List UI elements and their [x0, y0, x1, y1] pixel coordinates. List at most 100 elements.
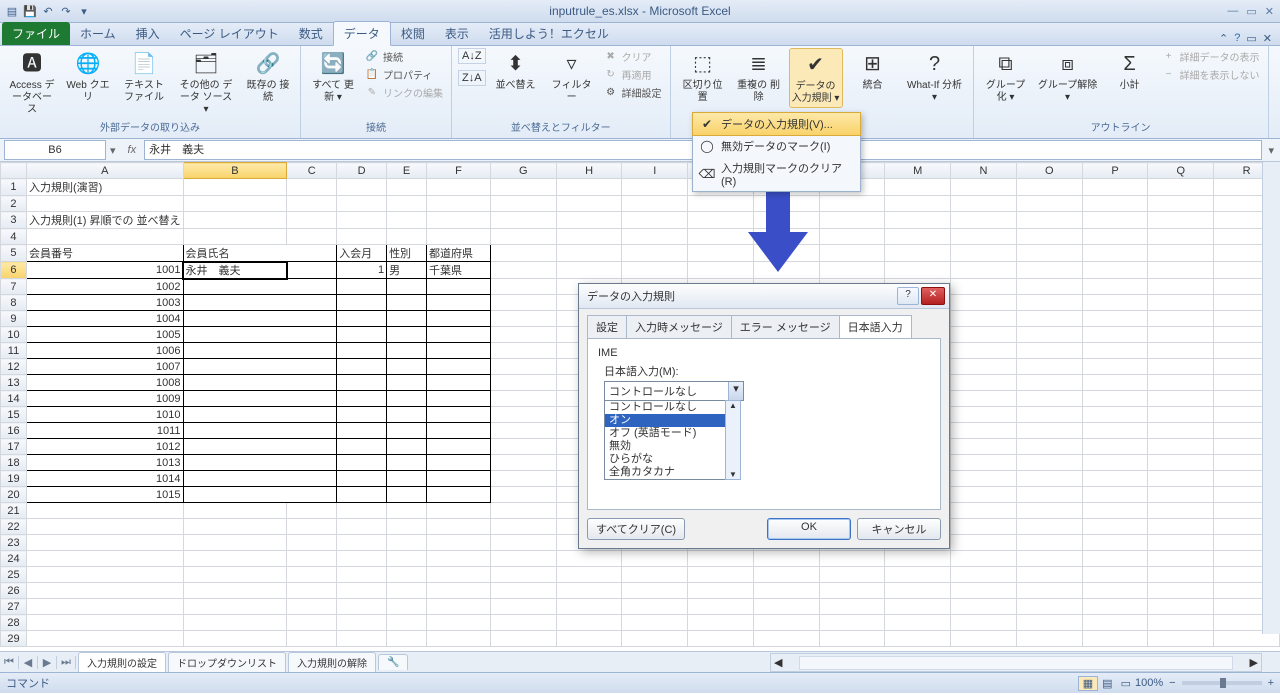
cell[interactable] — [951, 615, 1017, 631]
cell[interactable] — [1148, 196, 1214, 212]
cell[interactable] — [1016, 295, 1082, 311]
cell[interactable]: 永井 義夫 — [183, 262, 287, 279]
cell[interactable] — [427, 535, 491, 551]
cell[interactable] — [1148, 599, 1214, 615]
remove-duplicates-button[interactable]: ≣重複の 削除 — [733, 48, 785, 106]
cell[interactable] — [287, 279, 337, 295]
cell[interactable] — [387, 615, 427, 631]
column-header[interactable]: C — [287, 163, 337, 179]
cell[interactable] — [885, 583, 951, 599]
cell[interactable]: 1010 — [26, 407, 183, 423]
cell[interactable] — [26, 503, 183, 519]
cell[interactable] — [1148, 439, 1214, 455]
column-header[interactable]: M — [885, 163, 951, 179]
cell[interactable] — [183, 535, 287, 551]
cell[interactable] — [287, 567, 337, 583]
cell[interactable] — [287, 599, 337, 615]
cell[interactable] — [287, 391, 337, 407]
ime-option[interactable]: オフ (英語モード) — [605, 427, 740, 440]
cell[interactable] — [1082, 262, 1148, 279]
cell[interactable] — [183, 631, 287, 647]
cell[interactable] — [951, 551, 1017, 567]
cell[interactable] — [26, 631, 183, 647]
cell[interactable] — [287, 407, 337, 423]
cell[interactable] — [387, 471, 427, 487]
cell[interactable] — [337, 455, 387, 471]
cell[interactable] — [1016, 583, 1082, 599]
cell[interactable] — [183, 487, 287, 503]
cell[interactable] — [622, 229, 688, 245]
cell[interactable] — [337, 311, 387, 327]
cell[interactable] — [387, 439, 427, 455]
cell[interactable] — [1016, 423, 1082, 439]
menu-circle-invalid[interactable]: ◯無効データのマーク(I) — [693, 135, 860, 157]
cell[interactable] — [183, 279, 287, 295]
cell[interactable] — [337, 599, 387, 615]
cell[interactable]: 会員氏名 — [183, 245, 287, 262]
cell[interactable] — [1082, 487, 1148, 503]
column-header[interactable]: N — [951, 163, 1017, 179]
cell[interactable] — [951, 245, 1017, 262]
name-box[interactable]: B6 — [4, 140, 106, 160]
text-to-columns-button[interactable]: ⬚区切り位置 — [677, 48, 729, 106]
cell[interactable] — [819, 631, 885, 647]
cell[interactable] — [183, 179, 287, 196]
cell[interactable] — [1082, 179, 1148, 196]
cell[interactable] — [556, 583, 622, 599]
cell[interactable] — [1148, 503, 1214, 519]
cell[interactable] — [387, 196, 427, 212]
cell[interactable] — [427, 311, 491, 327]
properties-button[interactable]: 📋プロパティ — [363, 66, 445, 83]
row-header[interactable]: 24 — [1, 551, 27, 567]
cell[interactable] — [183, 439, 287, 455]
cell[interactable] — [183, 455, 287, 471]
show-detail-button[interactable]: +詳細データの表示 — [1160, 48, 1262, 65]
reapply-button[interactable]: ↻再適用 — [602, 66, 664, 83]
cell[interactable] — [490, 391, 556, 407]
cell[interactable]: 性別 — [387, 245, 427, 262]
cell[interactable] — [183, 567, 287, 583]
cell[interactable] — [287, 229, 337, 245]
cell[interactable] — [183, 599, 287, 615]
cell[interactable] — [183, 229, 287, 245]
cell[interactable] — [688, 615, 754, 631]
dialog-titlebar[interactable]: データの入力規則 ? ✕ — [579, 284, 949, 309]
row-header[interactable]: 8 — [1, 295, 27, 311]
ime-option[interactable]: コントロールなし — [605, 401, 740, 414]
cell[interactable] — [387, 343, 427, 359]
cell[interactable] — [387, 631, 427, 647]
cell[interactable] — [490, 245, 556, 262]
cell[interactable] — [337, 295, 387, 311]
cell[interactable] — [1148, 279, 1214, 295]
cell[interactable] — [490, 439, 556, 455]
cell[interactable] — [387, 229, 427, 245]
cell[interactable] — [26, 599, 183, 615]
cell[interactable] — [490, 599, 556, 615]
scroll-left-icon[interactable]: ◀ — [771, 656, 785, 669]
cell[interactable] — [1148, 359, 1214, 375]
cell[interactable] — [183, 311, 287, 327]
column-header[interactable]: P — [1082, 163, 1148, 179]
sheet-tab[interactable]: ドロップダウンリスト — [168, 652, 286, 672]
cell[interactable] — [1016, 262, 1082, 279]
cell[interactable] — [427, 567, 491, 583]
dialog-tab-error-alert[interactable]: エラー メッセージ — [731, 315, 840, 338]
cell[interactable] — [1082, 279, 1148, 295]
cell[interactable] — [490, 229, 556, 245]
cell[interactable] — [1016, 599, 1082, 615]
qat-dropdown-icon[interactable]: ▾ — [76, 3, 92, 19]
select-all-corner[interactable] — [1, 163, 27, 179]
cell[interactable] — [387, 279, 427, 295]
column-header[interactable]: H — [556, 163, 622, 179]
cell[interactable] — [951, 229, 1017, 245]
cell[interactable] — [287, 343, 337, 359]
cell[interactable] — [1148, 343, 1214, 359]
cell[interactable] — [1148, 375, 1214, 391]
tab-home[interactable]: ホーム — [70, 22, 126, 45]
cell[interactable] — [387, 503, 427, 519]
cell[interactable] — [1082, 229, 1148, 245]
ime-mode-select[interactable]: コントロールなし ▾ — [604, 381, 744, 401]
cell[interactable] — [1016, 487, 1082, 503]
cell[interactable] — [556, 551, 622, 567]
from-text-button[interactable]: 📄テキスト ファイル — [118, 48, 170, 106]
